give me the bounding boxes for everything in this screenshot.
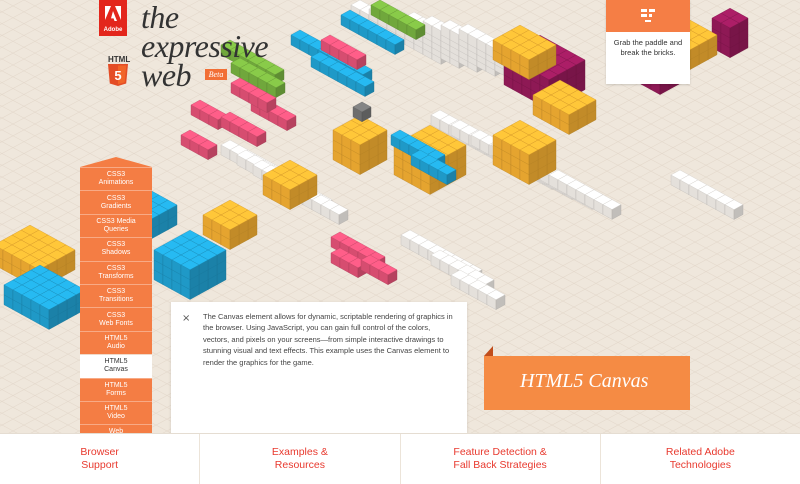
footer-nav: Browser Support Examples & Resources Fea… [0,433,800,484]
game-hint-card[interactable]: Grab the paddle and break the bricks. [606,0,690,84]
sidenav-item[interactable]: CSS3 Animations [80,167,152,191]
game-hint-text: Grab the paddle and break the bricks. [613,38,683,57]
info-panel: × The Canvas element allows for dynamic,… [171,302,467,433]
feature-tag-fold [484,346,493,356]
sidenav-item[interactable]: CSS3 Media Queries [80,213,152,238]
adobe-a-icon [105,6,121,21]
sidenav-item[interactable]: CSS3 Transitions [80,283,152,308]
sidenav-item[interactable]: CSS3 Gradients [80,190,152,214]
sidenav-item[interactable]: CSS3 Web Fonts [80,307,152,331]
sidenav-cap [80,157,152,167]
sidenav-item[interactable]: HTML5 Canvas [80,354,152,378]
close-icon[interactable]: × [182,313,190,324]
footer-link-related-adobe[interactable]: Related Adobe Technologies [601,434,800,484]
sidenav-item[interactable]: HTML5 Audio [80,330,152,355]
svg-text:5: 5 [114,68,121,83]
footer-link-examples-resources[interactable]: Examples & Resources [200,434,401,484]
html5-label: HTML [108,55,131,64]
footer-link-browser-support[interactable]: Browser Support [0,434,201,484]
game-hint-header [606,0,690,32]
adobe-logo-text: Adobe [103,27,123,33]
sidenav-item[interactable]: CSS3 Transforms [80,260,152,284]
sidenav-item[interactable]: CSS3 Shadows [80,237,152,261]
html5-shield-icon: 5 [108,64,128,86]
adobe-logo[interactable]: Adobe [99,0,127,36]
beta-badge: Beta [205,69,227,80]
info-panel-text: The Canvas element allows for dynamic, s… [203,312,453,367]
sidenav-item[interactable]: HTML5 Forms [80,377,152,401]
brick-game-icon [641,9,655,22]
sidenav-item[interactable]: HTML5 Video [80,400,152,425]
feature-sidenav: CSS3 Animations CSS3 Gradients CSS3 Media … [80,157,152,448]
feature-tag-label: HTML5 Canvas [520,370,649,392]
footer-link-feature-detection[interactable]: Feature Detection & Fall Back Strategies [401,434,601,484]
feature-tag: HTML5 Canvas [484,356,690,410]
